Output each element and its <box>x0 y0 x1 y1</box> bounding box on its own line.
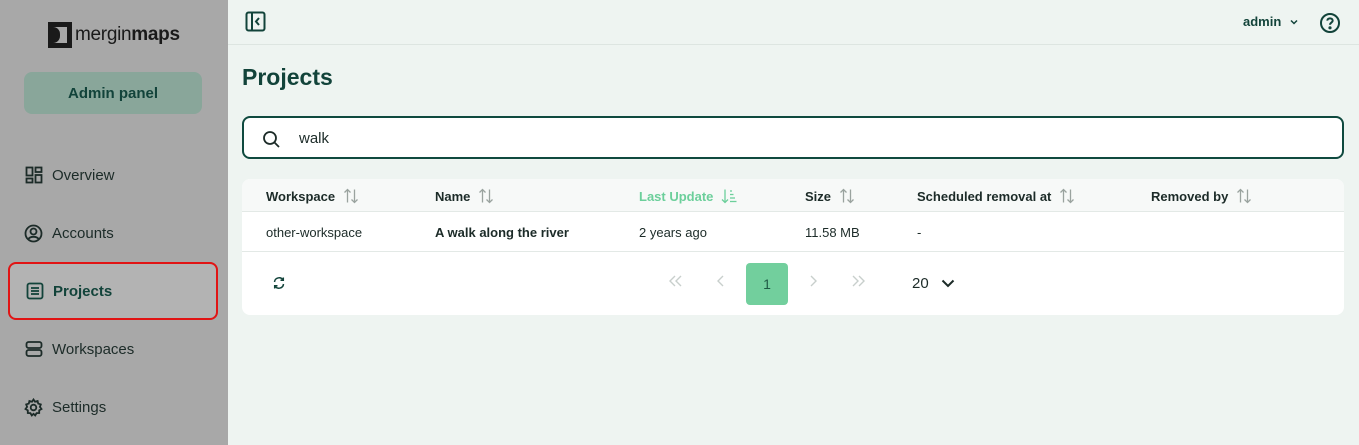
chevron-down-icon <box>941 279 954 288</box>
top-bar: admin <box>228 0 1359 45</box>
sidebar-item-workspaces[interactable]: Workspaces <box>8 320 218 378</box>
sidebar-item-accounts[interactable]: Accounts <box>8 204 218 262</box>
column-header-last-update[interactable]: Last Update <box>639 188 737 204</box>
dashboard-icon <box>24 166 43 185</box>
current-page-button[interactable]: 1 <box>746 263 788 305</box>
logo-prefix: mergin <box>75 24 132 45</box>
sidebar-item-label: Settings <box>52 398 107 416</box>
search-icon <box>262 130 281 154</box>
logo-mark-icon <box>48 22 72 48</box>
logo-suffix: maps <box>131 24 180 45</box>
column-header-scheduled-removal[interactable]: Scheduled removal at <box>917 188 1075 204</box>
table-row[interactable]: other-workspace A walk along the river 2… <box>242 212 1344 252</box>
cell-scheduled-removal: - <box>917 225 922 240</box>
cell-name[interactable]: A walk along the river <box>435 225 569 240</box>
user-menu[interactable]: admin <box>1243 14 1299 29</box>
first-page-icon[interactable] <box>667 274 683 292</box>
projects-table: Workspace Name Last Update Size Schedule… <box>242 179 1344 315</box>
column-header-name[interactable]: Name <box>435 188 494 204</box>
user-circle-icon <box>24 224 43 243</box>
cell-last-update: 2 years ago <box>639 225 707 240</box>
sidebar-item-label: Projects <box>53 282 113 300</box>
sort-icon <box>840 188 854 204</box>
column-header-workspace[interactable]: Workspace <box>266 188 359 204</box>
sidebar-toggle-icon[interactable] <box>245 11 266 37</box>
previous-page-icon[interactable] <box>716 274 726 292</box>
admin-panel-button[interactable]: Admin panel <box>24 72 202 114</box>
sidebar: merginmaps Admin panel Overview Accounts… <box>0 0 228 445</box>
pagination: 1 20 <box>242 252 1344 315</box>
merginmaps-logo[interactable]: merginmaps <box>48 22 180 48</box>
rows-per-page-select[interactable]: 20 <box>912 275 955 292</box>
next-page-icon[interactable] <box>808 274 818 292</box>
sort-descending-icon <box>721 189 737 204</box>
cell-size: 11.58 MB <box>805 225 860 240</box>
last-page-icon[interactable] <box>851 274 867 292</box>
list-icon <box>25 282 44 301</box>
sort-icon <box>1060 188 1075 204</box>
search-box[interactable] <box>242 116 1344 159</box>
sidebar-item-label: Overview <box>52 166 115 184</box>
sort-icon <box>1237 188 1252 204</box>
rows-per-page-value: 20 <box>912 275 929 292</box>
gear-icon <box>24 397 43 417</box>
chevron-down-icon <box>1289 14 1299 29</box>
sort-icon <box>344 188 359 204</box>
help-icon[interactable] <box>1319 12 1341 39</box>
refresh-icon[interactable] <box>272 276 286 295</box>
sort-icon <box>479 188 494 204</box>
page-title: Projects <box>242 64 333 90</box>
search-input[interactable] <box>299 128 1299 148</box>
sidebar-item-projects[interactable]: Projects <box>8 262 218 320</box>
server-icon <box>24 340 43 359</box>
column-header-removed-by[interactable]: Removed by <box>1151 188 1252 204</box>
sidebar-item-settings[interactable]: Settings <box>8 378 218 436</box>
table-header: Workspace Name Last Update Size Schedule… <box>242 179 1344 212</box>
cell-workspace: other-workspace <box>266 225 363 240</box>
sidebar-item-label: Workspaces <box>52 340 135 358</box>
sidebar-item-label: Accounts <box>52 224 114 242</box>
user-name: admin <box>1243 14 1282 29</box>
sidebar-item-overview[interactable]: Overview <box>8 146 218 204</box>
column-header-size[interactable]: Size <box>805 188 855 204</box>
